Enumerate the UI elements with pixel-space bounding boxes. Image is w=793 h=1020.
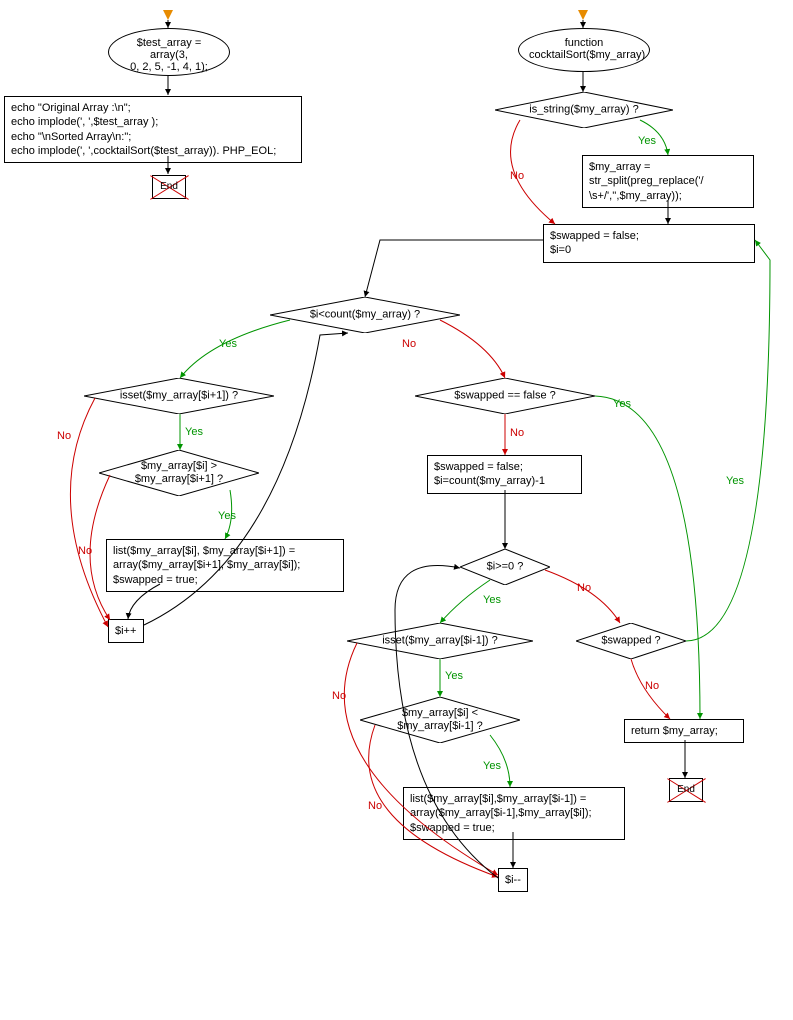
isset-next-text: isset($my_array[$i+1]) ? <box>84 389 274 402</box>
yes-isset-prev: Yes <box>445 670 463 682</box>
yes-loop1: Yes <box>219 338 237 350</box>
no-isset-prev: No <box>332 690 346 702</box>
no-is-string: No <box>510 170 524 182</box>
yes-swapped2: Yes <box>726 475 744 487</box>
connectors <box>0 0 793 1020</box>
no-cmp-next: No <box>78 545 92 557</box>
swapped2-text: $swapped ? <box>576 634 686 647</box>
loop1-cond-text: $i<count($my_array) ? <box>270 308 460 321</box>
no-loop2: No <box>577 582 591 594</box>
yes-cmp-next: Yes <box>218 510 236 522</box>
cmp-prev-text: $my_array[$i] < $my_array[$i-1] ? <box>360 707 520 733</box>
loop2-cond-text: $i>=0 ? <box>460 560 550 573</box>
yes-swapped-false: Yes <box>613 398 631 410</box>
swapped-false-text: $swapped == false ? <box>415 389 595 402</box>
left-end-text: End <box>160 181 178 192</box>
no-loop1: No <box>402 338 416 350</box>
yes-cmp-prev: Yes <box>483 760 501 772</box>
right-end-text: End <box>677 784 695 795</box>
yes-isset-next: Yes <box>185 426 203 438</box>
no-swapped2: No <box>645 680 659 692</box>
no-swapped-false: No <box>510 427 524 439</box>
yes-is-string: Yes <box>638 135 656 147</box>
no-cmp-prev: No <box>368 800 382 812</box>
yes-loop2: Yes <box>483 594 501 606</box>
cmp-next-text: $my_array[$i] > $my_array[$i+1] ? <box>99 460 259 486</box>
no-isset-next: No <box>57 430 71 442</box>
isset-prev-text: isset($my_array[$i-1]) ? <box>347 634 533 647</box>
is-string-text: is_string($my_array) ? <box>495 103 673 116</box>
